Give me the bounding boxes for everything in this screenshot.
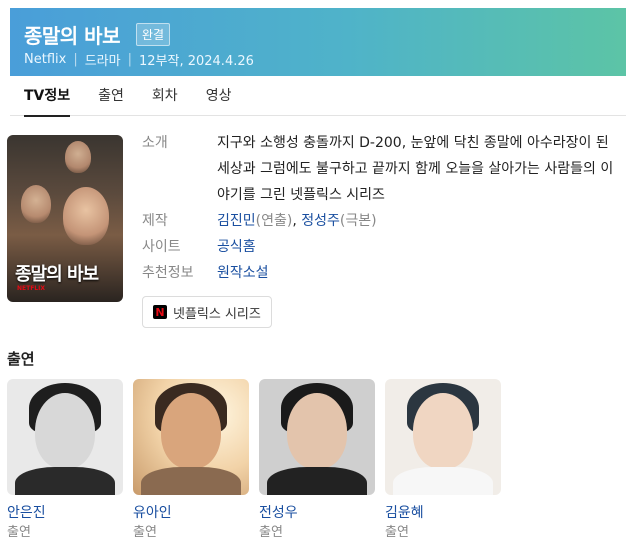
meta-separator: | [127, 52, 132, 67]
tab-bar: TV정보 출연 회차 영상 [10, 76, 626, 117]
cast-photo[interactable] [133, 379, 249, 495]
writer-role: (극본) [339, 213, 377, 229]
cast-name[interactable]: 전성우 [259, 503, 375, 523]
cast-role: 출연 [259, 525, 283, 540]
meta-channel[interactable]: Netflix [24, 52, 66, 67]
meta-episodes-date: 12부작, 2024.4.26 [139, 54, 254, 69]
cast-card[interactable]: 전성우 출연 [259, 379, 375, 543]
info-row-production: 제작 김진민(연출), 정성주(극본) [142, 208, 626, 234]
photo-body [15, 467, 115, 495]
tab-tv-info[interactable]: TV정보 [10, 76, 84, 117]
info-row-recommend: 추천정보 원작소설 [142, 260, 626, 286]
photo-body [141, 467, 241, 495]
info-list: 소개 지구와 소행성 충돌까지 D-200, 눈앞에 닥친 종말에 아수라장이 … [142, 130, 626, 286]
meta-genre: 드라마 [84, 54, 121, 69]
photo-body [393, 467, 493, 495]
cast-card[interactable]: 유아인 출연 [133, 379, 249, 543]
header-banner: 종말의 바보 완결 Netflix | 드라마 | 12부작, 2024.4.2… [10, 8, 626, 76]
photo-face [35, 393, 95, 469]
show-meta: Netflix | 드라마 | 12부작, 2024.4.26 [24, 50, 254, 69]
summary-text: 지구와 소행성 충돌까지 D-200, 눈앞에 닥친 종말에 아수라장이 된 세… [217, 135, 614, 203]
cast-card[interactable]: 안은진 출연 [7, 379, 123, 543]
show-title[interactable]: 종말의 바보 [24, 20, 120, 49]
cast-list: 안은진 출연 유아인 출연 전성우 출연 김윤혜 출연 [7, 379, 511, 543]
tab-cast[interactable]: 출연 [84, 76, 138, 116]
cast-role: 출연 [385, 525, 409, 540]
official-site-link[interactable]: 공식홈 [217, 239, 256, 255]
status-badge: 완결 [136, 23, 171, 46]
info-row-summary: 소개 지구와 소행성 충돌까지 D-200, 눈앞에 닥친 종말에 아수라장이 … [142, 130, 626, 208]
meta-separator: | [73, 52, 78, 67]
cast-photo[interactable] [385, 379, 501, 495]
cast-name[interactable]: 김윤혜 [385, 503, 501, 523]
photo-body [267, 467, 367, 495]
production-label: 제작 [142, 213, 168, 229]
poster-brand: NETFLIX [17, 285, 45, 292]
recommend-value: 원작소설 [217, 260, 626, 286]
cast-photo[interactable] [259, 379, 375, 495]
director-role: (연출) [255, 213, 293, 229]
summary-label: 소개 [142, 135, 168, 151]
credit-separator: , [292, 213, 302, 229]
recommend-label: 추천정보 [142, 265, 194, 281]
director-link[interactable]: 김진민 [217, 213, 256, 229]
site-label: 사이트 [142, 239, 181, 255]
poster-title: 종말의 바보 [15, 264, 99, 285]
netflix-series-button[interactable]: N 넷플릭스 시리즈 [142, 296, 272, 328]
photo-face [287, 393, 347, 469]
photo-face [413, 393, 473, 469]
poster-figure [65, 141, 91, 173]
tab-videos[interactable]: 영상 [192, 76, 246, 116]
poster-figure [63, 187, 109, 245]
cast-name[interactable]: 안은진 [7, 503, 123, 523]
writer-link[interactable]: 정성주 [301, 213, 340, 229]
netflix-icon: N [153, 305, 167, 319]
cast-role: 출연 [133, 525, 157, 540]
tab-episodes[interactable]: 회차 [138, 76, 192, 116]
original-novel-link[interactable]: 원작소설 [217, 265, 269, 281]
poster-figure [21, 185, 51, 223]
cast-photo[interactable] [7, 379, 123, 495]
site-value: 공식홈 [217, 234, 626, 260]
cast-name[interactable]: 유아인 [133, 503, 249, 523]
show-poster[interactable]: 종말의 바보 NETFLIX [7, 135, 123, 302]
cast-role: 출연 [7, 525, 31, 540]
info-row-site: 사이트 공식홈 [142, 234, 626, 260]
production-value: 김진민(연출), 정성주(극본) [217, 208, 626, 234]
cast-card[interactable]: 김윤혜 출연 [385, 379, 501, 543]
cast-heading: 출연 [7, 350, 35, 368]
photo-face [161, 393, 221, 469]
netflix-series-label: 넷플릭스 시리즈 [173, 306, 261, 322]
